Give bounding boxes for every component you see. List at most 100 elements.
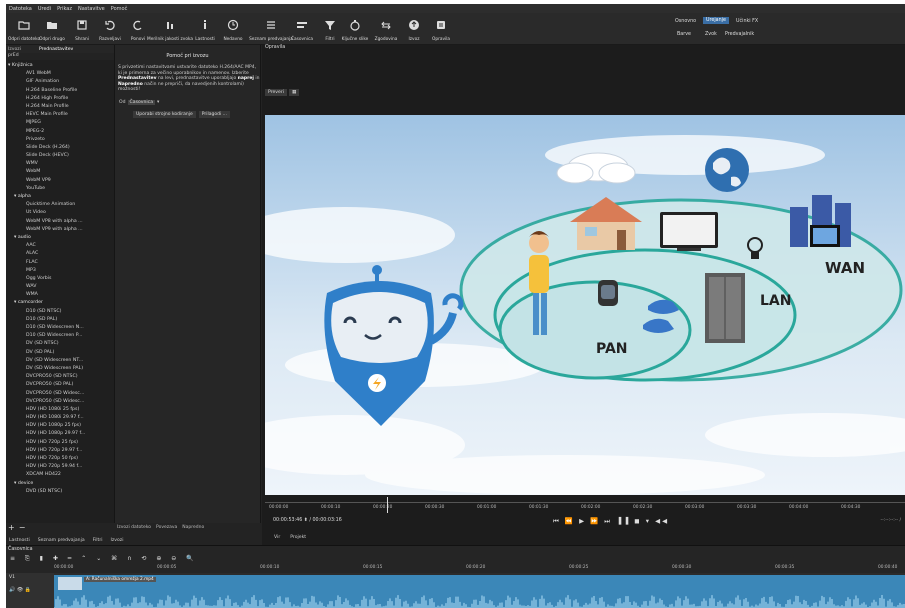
preset-item[interactable]: ALAC [6, 250, 114, 258]
timecode-display[interactable]: 00:00:53:46 ⬍ / 00:00:03:16 [273, 518, 342, 523]
preset-item[interactable]: HDV (HD 1080i 25 fps) [6, 406, 114, 414]
preset-item[interactable]: DVCPRO50 (SD Widesc... [6, 398, 114, 406]
preset-item[interactable]: WebM [6, 168, 114, 176]
video-clip[interactable]: A: Računalniška omrežja 2.mp4 [54, 575, 905, 608]
remove-preset-button[interactable]: − [19, 523, 26, 532]
tab-source[interactable]: Vir [274, 535, 280, 540]
preset-item[interactable]: HDV (HD 1080p 25 fps) [6, 422, 114, 430]
tab-prednastavitev[interactable]: Prednastavitev [39, 47, 73, 52]
tab-lastnosti[interactable]: Lastnosti [9, 538, 30, 543]
preset-item[interactable]: WebM VP8 with alpha ... [6, 218, 114, 226]
preset-item[interactable]: GIF Animation [6, 78, 114, 86]
link-button[interactable]: Povezava [156, 525, 177, 530]
preset-item[interactable]: HDV (HD 720p 25 fps) [6, 439, 114, 447]
toolbar-button-8[interactable]: Seznam predvajanja [249, 15, 293, 42]
check-button[interactable]: Preveri [265, 89, 288, 96]
preset-item[interactable]: Ut Video [6, 209, 114, 217]
preset-item[interactable]: Ogg Vorbis [6, 275, 114, 283]
preset-item[interactable]: H.264 Main Profile [6, 103, 114, 111]
preset-item[interactable]: ▾ alpha [6, 193, 114, 201]
preset-item[interactable]: HDV (HD 720p 50 fps) [6, 455, 114, 463]
preset-item[interactable]: Quicktime Animation [6, 201, 114, 209]
preset-item[interactable]: D10 (SD Widescreen N... [6, 324, 114, 332]
track-header[interactable]: V1 🔊 👁 🔒 [6, 573, 54, 608]
preset-item[interactable]: DV (SD Widescreen NT... [6, 357, 114, 365]
preset-item[interactable]: D10 (SD Widescreen P... [6, 332, 114, 340]
preset-item[interactable]: FLAC [6, 259, 114, 267]
preset-item[interactable]: MJPEG [6, 119, 114, 127]
preset-item[interactable]: DVD (SD NTSC) [6, 488, 114, 496]
menu-item-3[interactable]: Nastavitve [78, 6, 105, 12]
menu-item-1[interactable]: Uredi [38, 6, 51, 12]
preset-item[interactable]: ▾ audio [6, 234, 114, 242]
preset-list[interactable]: ▾ Knjižnica AV1 WebM GIF Animation H.264 Ba… [6, 62, 114, 523]
layout-barve[interactable]: Barve [674, 31, 694, 38]
preset-item[interactable]: DVCPRO50 (SD NTSC) [6, 373, 114, 381]
menu-item-4[interactable]: Pomoč [111, 6, 128, 12]
preset-item[interactable]: H.264 High Profile [6, 95, 114, 103]
advanced-button[interactable]: Napredno [182, 525, 204, 530]
toolbar-button-11[interactable]: Ključne slike [341, 15, 369, 42]
toolbar-button-5[interactable]: Merilnik jakosti zvoka [147, 15, 193, 42]
preset-item[interactable]: AAC [6, 242, 114, 250]
track-controls-icon[interactable]: 🔊 👁 🔒 [9, 587, 31, 593]
player-ruler[interactable]: 00:00:00 00:00:10 00:00:20 00:00:30 00:01:00… [265, 502, 905, 512]
preset-item[interactable]: WebM VP9 [6, 177, 114, 185]
layout-osnovno[interactable]: Osnovno [672, 18, 699, 25]
layout-urejanje[interactable]: Urejanje [703, 17, 729, 24]
export-file-button[interactable]: Izvozi datoteko [117, 525, 151, 530]
preset-item[interactable]: AV1 WebM [6, 70, 114, 78]
preset-item[interactable]: DV (SD NTSC) [6, 340, 114, 348]
timeline-ruler[interactable]: 00:00:00 00:00:05 00:00:10 00:00:15 00:00:20… [6, 564, 905, 573]
preset-item[interactable]: D10 (SD PAL) [6, 316, 114, 324]
toolbar-button-13[interactable]: Izvoz [400, 15, 428, 42]
preset-item[interactable]: DVCPRO50 (SD Widesc... [6, 390, 114, 398]
tab-seznam[interactable]: Seznam predvajanja [38, 538, 85, 543]
add-preset-button[interactable]: + [8, 523, 15, 532]
tab-project[interactable]: Projekt [290, 535, 306, 540]
transport-controls[interactable]: ⏮ ⏪ ▶ ⏩ ⏭ ▐▐ ◼ ▾ ◀◀ [553, 517, 669, 526]
preset-item[interactable]: ▾ camcorder [6, 299, 114, 307]
preset-item[interactable]: WMV [6, 160, 114, 168]
layout-ucinki[interactable]: Učinki FX [733, 18, 761, 25]
preset-item[interactable]: MPEG-2 [6, 128, 114, 136]
toolbar-button-14[interactable]: Opravila [427, 15, 455, 42]
menu-item-0[interactable]: Datoteka [9, 6, 32, 12]
toolbar-button-7[interactable]: Nedavno [219, 15, 247, 42]
preset-item[interactable]: HDV (HD 720p 29.97 f... [6, 447, 114, 455]
layout-predvajalnik[interactable]: Predvajalnik [722, 31, 757, 38]
tab-izvozi[interactable]: Izvozi [8, 47, 21, 52]
preset-item[interactable]: DV (SD PAL) [6, 349, 114, 357]
source-select[interactable]: Časovnica [127, 100, 156, 105]
preset-item[interactable]: DV (SD Widescreen PAL) [6, 365, 114, 373]
preset-item[interactable]: HDV (HD 720p 59.94 f... [6, 463, 114, 471]
preset-item[interactable]: HDV (HD 1080i 29.97 f... [6, 414, 114, 422]
customize-button[interactable]: Prilagodi ... [198, 111, 230, 118]
hardware-encoding-checkbox[interactable]: Uporabi strojno kodiranje [133, 111, 196, 118]
toolbar-button-0[interactable]: Odpri datoteko [8, 15, 40, 42]
preset-item[interactable]: YouTube [6, 185, 114, 193]
preset-item[interactable]: DVCPRO50 (SD PAL) [6, 381, 114, 389]
preset-item[interactable]: XDCAM HD422 [6, 471, 114, 479]
preset-item[interactable]: Slide Deck (HEVC) [6, 152, 114, 160]
toolbar-button-9[interactable]: Časovnica [288, 15, 316, 42]
toolbar-button-6[interactable]: Lastnosti [191, 15, 219, 42]
preset-item[interactable]: HDV (HD 1080p 29.97 f... [6, 430, 114, 438]
preset-item[interactable]: WMA [6, 291, 114, 299]
preset-item[interactable]: HEVC Main Profile [6, 111, 114, 119]
video-preview[interactable]: WAN LAN PAN [265, 115, 905, 495]
preset-item[interactable]: Slide Deck (H.264) [6, 144, 114, 152]
preset-item[interactable]: D10 (SD NTSC) [6, 308, 114, 316]
timeline-toolbar[interactable]: ≡ ⎘ ▮ ✚ ━ ⌃ ⌄ ⌘ ∩ ⟲ ⊕ ⊖ 🔍 [10, 555, 198, 563]
preset-item[interactable]: ▾ device [6, 480, 114, 488]
layout-zvok[interactable]: Zvok [702, 31, 720, 38]
preset-item[interactable]: ▾ Knjižnica [6, 62, 114, 70]
menu-item-2[interactable]: Prikaz [57, 6, 72, 12]
preset-item[interactable]: Privzeto [6, 136, 114, 144]
preset-item[interactable]: WebM VP9 with alpha ... [6, 226, 114, 234]
grid-icon[interactable]: ▦ [289, 89, 300, 96]
toolbar-button-12[interactable]: Zgodovina [372, 15, 400, 42]
toolbar-button-1[interactable]: Odpri drugo [38, 15, 66, 42]
toolbar-button-3[interactable]: Razveljavi [96, 15, 124, 42]
toolbar-button-10[interactable]: Filtri [316, 15, 344, 42]
